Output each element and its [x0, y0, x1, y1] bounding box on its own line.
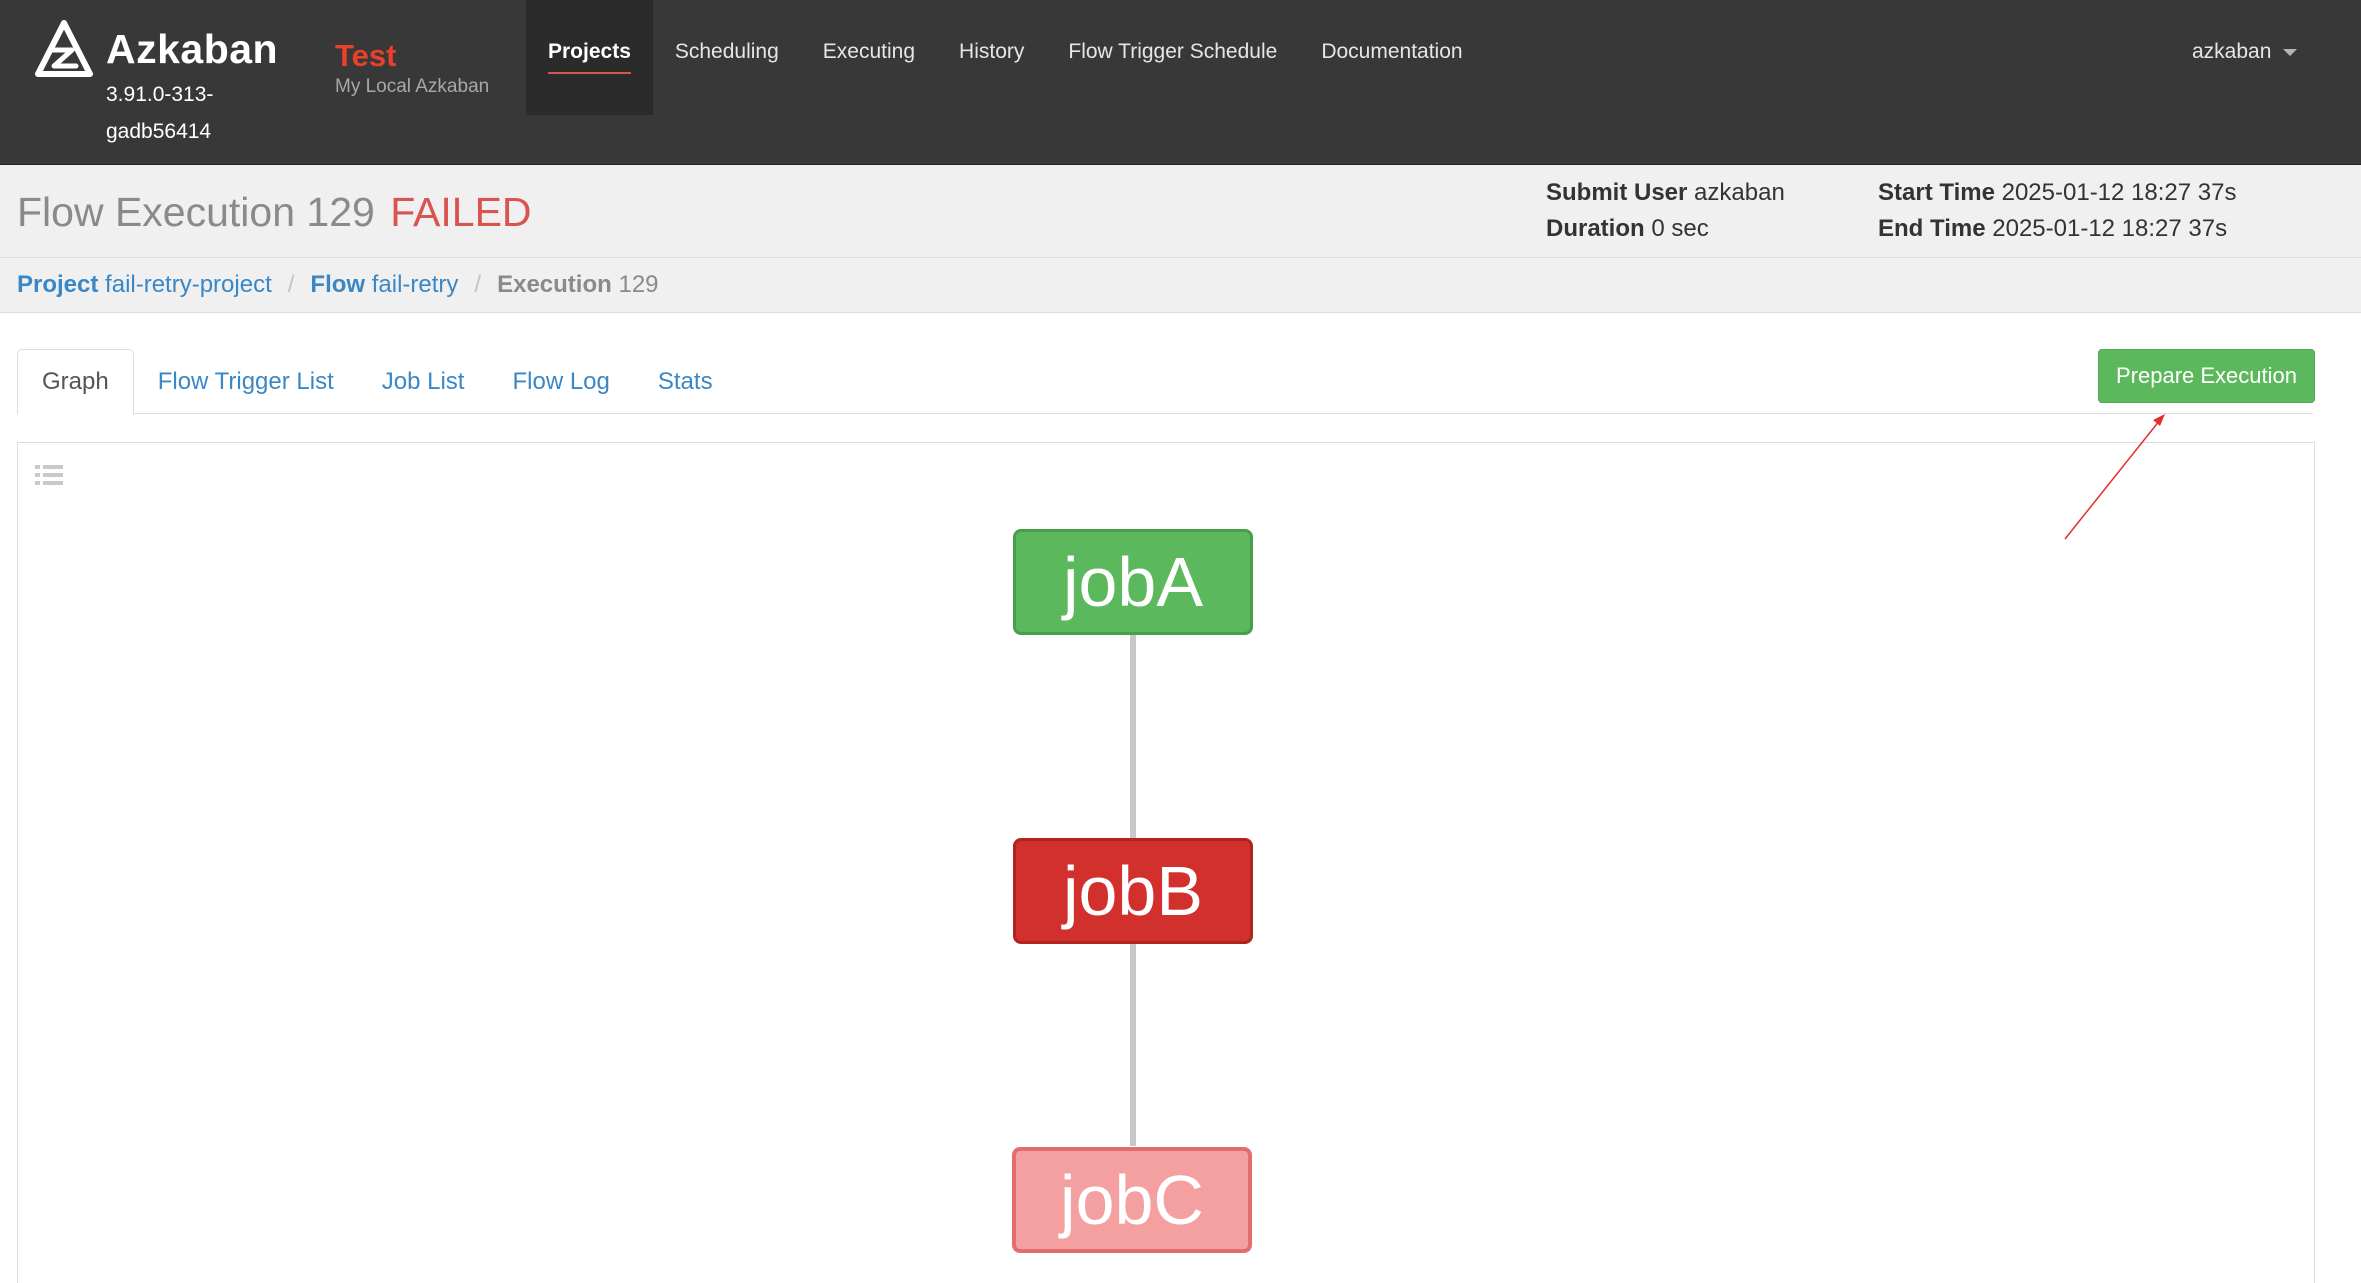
breadcrumb-execution: Execution 129	[497, 271, 658, 299]
main-nav: Projects Scheduling Executing History Fl…	[526, 0, 1485, 115]
caret-down-icon	[2283, 48, 2298, 56]
nav-history-label: History	[959, 40, 1025, 63]
execution-status: FAILED	[390, 189, 532, 235]
start-time-info: Start Time 2025-01-12 18:27 37s	[1878, 179, 2236, 207]
nav-executing[interactable]: Executing	[801, 0, 937, 115]
nav-executing-label: Executing	[822, 40, 916, 63]
submit-user-info: Submit User azkaban	[1546, 179, 1785, 207]
tab-job-list[interactable]: Job List	[358, 349, 489, 414]
nav-documentation-label: Documentation	[1321, 40, 1463, 63]
prepare-execution-button[interactable]: Prepare Execution	[2098, 349, 2315, 403]
user-name: azkaban	[2192, 40, 2272, 63]
start-time-value: 2025-01-12 18:27 37s	[2001, 179, 2237, 206]
nav-flow-trigger-schedule-label: Flow Trigger Schedule	[1068, 40, 1278, 63]
nav-scheduling-label: Scheduling	[674, 40, 779, 63]
flow-graph-panel[interactable]: jobA jobB jobC	[17, 442, 2315, 1283]
breadcrumb-separator: /	[287, 271, 295, 298]
breadcrumb-project-label: Project	[17, 271, 99, 298]
execution-tabs: Graph Flow Trigger List Job List Flow Lo…	[17, 349, 2313, 415]
duration-value: 0 sec	[1651, 215, 1709, 242]
duration-label: Duration	[1546, 215, 1645, 242]
submit-user-label: Submit User	[1546, 179, 1688, 206]
page-title-prefix: Flow Execution	[17, 189, 296, 235]
nav-documentation[interactable]: Documentation	[1299, 0, 1484, 115]
execution-id: 129	[306, 189, 375, 235]
page-title: Flow Execution 129 FAILED	[17, 189, 532, 236]
job-node-jobC[interactable]: jobC	[1012, 1147, 1252, 1253]
tab-flow-trigger-list[interactable]: Flow Trigger List	[134, 349, 358, 414]
end-time-info: End Time 2025-01-12 18:27 37s	[1878, 215, 2227, 243]
environment-name: Test	[335, 38, 397, 73]
submit-user-value: azkaban	[1694, 179, 1785, 206]
start-time-label: Start Time	[1878, 179, 1995, 206]
nav-projects[interactable]: Projects	[526, 0, 653, 115]
end-time-label: End Time	[1878, 215, 1986, 242]
job-node-jobA[interactable]: jobA	[1013, 529, 1253, 635]
duration-info: Duration 0 sec	[1546, 215, 1709, 243]
nav-scheduling[interactable]: Scheduling	[653, 0, 801, 115]
top-navbar: Azkaban 3.91.0-313-gadb56414 Test My Loc…	[0, 0, 2361, 165]
nav-flow-trigger-schedule[interactable]: Flow Trigger Schedule	[1046, 0, 1299, 115]
end-time-value: 2025-01-12 18:27 37s	[1992, 215, 2228, 242]
nav-projects-label: Projects	[548, 40, 631, 74]
breadcrumb-execution-id: 129	[618, 271, 659, 298]
brand-version: 3.91.0-313-gadb56414	[106, 83, 214, 143]
breadcrumb-execution-label: Execution	[497, 271, 612, 298]
nav-history[interactable]: History	[937, 0, 1046, 115]
brand-name[interactable]: Azkaban	[106, 26, 278, 73]
breadcrumb-separator: /	[474, 271, 482, 298]
breadcrumb-flow-label: Flow	[310, 271, 366, 298]
job-node-jobB[interactable]: jobB	[1013, 838, 1253, 944]
user-menu-dropdown[interactable]: azkaban	[2192, 40, 2298, 64]
breadcrumb-flow-link[interactable]: Flow fail-retry	[310, 271, 458, 299]
execution-header: Flow Execution 129 FAILED Submit User az…	[0, 165, 2361, 258]
environment-description: My Local Azkaban	[335, 76, 490, 97]
tab-flow-log[interactable]: Flow Log	[488, 349, 633, 414]
breadcrumb: Project fail-retry-project / Flow fail-r…	[0, 258, 2361, 313]
tab-graph[interactable]: Graph	[17, 349, 134, 415]
breadcrumb-project-link[interactable]: Project fail-retry-project	[17, 271, 272, 299]
breadcrumb-project-name: fail-retry-project	[105, 271, 272, 298]
tab-stats[interactable]: Stats	[634, 349, 737, 414]
breadcrumb-flow-name: fail-retry	[371, 271, 459, 298]
azkaban-logo-icon[interactable]	[34, 20, 94, 78]
